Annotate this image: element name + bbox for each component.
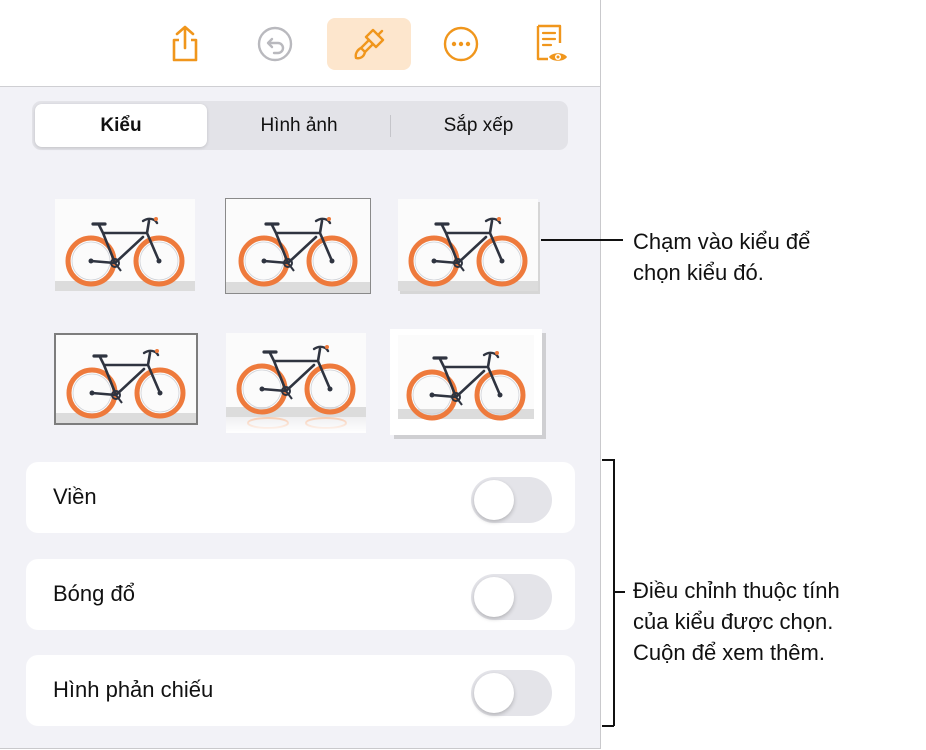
styles-callout-line (541, 239, 623, 241)
styles-callout-line-2: chọn kiểu đó. (633, 260, 764, 285)
style-thumbnail-4[interactable] (54, 333, 198, 425)
toolbar (0, 0, 600, 87)
reflection-label: Hình phản chiếu (53, 677, 214, 702)
tab-image[interactable]: Hình ảnh (210, 104, 388, 147)
format-panel: Kiểu Hình ảnh Sắp xếp Viền Bóng đổ Hình … (0, 0, 601, 749)
style-thumbnail-5[interactable] (226, 333, 366, 433)
styles-callout-line-1: Chạm vào kiểu để (633, 229, 811, 254)
tab-bar: Kiểu Hình ảnh Sắp xếp (32, 101, 568, 150)
styles-callout: Chạm vào kiểu để chọn kiểu đó. (633, 226, 810, 288)
reader-view-icon (536, 24, 567, 61)
shadow-toggle[interactable] (471, 574, 552, 620)
options-callout-line-3: Cuộn để xem thêm. (633, 640, 825, 665)
options-bracket-vertical (613, 459, 615, 726)
toggle-knob (474, 577, 514, 617)
toggle-knob (474, 480, 514, 520)
style-thumbnail-6[interactable] (390, 327, 548, 441)
options-callout: Điều chỉnh thuộc tính của kiểu được chọn… (633, 575, 840, 668)
more-button[interactable] (438, 18, 484, 70)
reflection-toggle[interactable] (471, 670, 552, 716)
shadow-option-row: Bóng đổ (26, 559, 575, 630)
reader-view-button[interactable] (528, 18, 574, 70)
options-bracket-tick (613, 591, 625, 593)
share-button[interactable] (162, 18, 208, 70)
undo-button[interactable] (252, 18, 298, 70)
options-callout-line-2: của kiểu được chọn. (633, 609, 834, 634)
style-thumbnail-1[interactable] (55, 199, 195, 291)
undo-icon (257, 26, 293, 62)
reflection-option-row: Hình phản chiếu (26, 655, 575, 726)
style-thumbnail-2[interactable] (225, 198, 371, 294)
paintbrush-icon (354, 28, 385, 60)
tab-divider (390, 115, 391, 137)
tab-arrange[interactable]: Sắp xếp (392, 104, 565, 147)
border-toggle[interactable] (471, 477, 552, 523)
share-icon (172, 25, 198, 62)
style-thumbnail-3[interactable] (398, 199, 542, 295)
options-bracket-bottom (602, 725, 614, 727)
border-option-row: Viền (26, 462, 575, 533)
tab-style[interactable]: Kiểu (35, 104, 207, 147)
shadow-label: Bóng đổ (53, 581, 135, 606)
more-icon (443, 26, 479, 62)
format-button[interactable] (327, 18, 411, 70)
border-label: Viền (53, 484, 97, 509)
options-callout-line-1: Điều chỉnh thuộc tính (633, 578, 840, 603)
toggle-knob (474, 673, 514, 713)
